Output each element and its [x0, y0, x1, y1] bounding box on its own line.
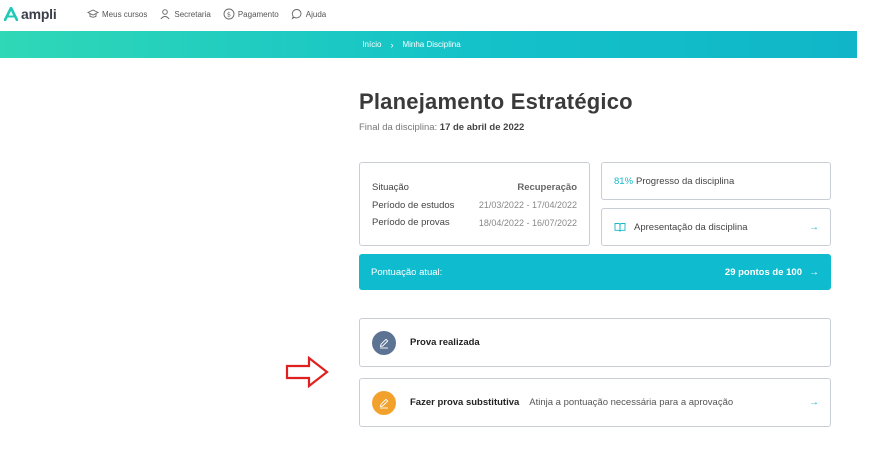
status-value: 21/03/2022 - 17/04/2022: [478, 200, 577, 211]
substitute-exam-button[interactable]: Fazer prova substitutiva Atinja a pontua…: [359, 378, 831, 427]
nav-item-secretaria[interactable]: Secretaria: [159, 8, 211, 20]
nav-item-label: Secretaria: [174, 9, 211, 19]
pencil-badge: [372, 390, 396, 415]
exam-done-title: Prova realizada: [410, 337, 480, 348]
nav-item-label: Pagamento: [237, 9, 279, 19]
nav-item-meus-cursos[interactable]: Meus cursos: [87, 8, 147, 20]
status-label: Situação: [372, 182, 409, 194]
status-label: Período de estudos: [372, 199, 455, 211]
exam-done-card: Prova realizada: [359, 318, 831, 367]
score-value: 29 pontos de 100: [724, 266, 802, 278]
final-date-label: Final da disciplina:: [359, 122, 438, 133]
final-date-value: 17 de abril de 2022: [439, 122, 525, 133]
user-icon: [160, 9, 170, 20]
svg-text:$: $: [227, 10, 231, 18]
graduation-cap-icon: [87, 9, 99, 18]
nav-item-pagamento[interactable]: $ Pagamento: [223, 8, 279, 20]
breadcrumb: Início › Minha Disciplina: [362, 40, 460, 50]
nav-item-label: Meus cursos: [102, 9, 148, 19]
arrow-right-icon: →: [809, 266, 819, 278]
dollar-circle-icon: $: [223, 8, 235, 20]
brand-name: ampli: [21, 6, 57, 22]
progress-card: 81% Progresso da disciplina: [601, 162, 831, 200]
ampli-logo[interactable]: ampli: [4, 6, 57, 22]
progress-percent: 81%: [614, 175, 634, 187]
open-book-icon: [614, 223, 626, 232]
chat-bubble-icon: [291, 9, 302, 20]
substitute-exam-title: Fazer prova substitutiva: [410, 397, 520, 408]
nav-item-ajuda[interactable]: Ajuda: [291, 8, 326, 20]
chevron-right-icon: ›: [390, 39, 394, 50]
ampli-logo-icon: [4, 7, 18, 21]
nav-item-label: Ajuda: [305, 9, 327, 19]
current-score-bar[interactable]: Pontuação atual: 29 pontos de 100 →: [359, 254, 831, 290]
top-navigation: ampli Meus cursos Secretaria $ Pagamento…: [0, 0, 886, 30]
breadcrumb-home[interactable]: Início: [362, 40, 381, 49]
presentation-label: Apresentação da disciplina: [634, 221, 748, 233]
pencil-icon: [380, 398, 389, 408]
status-label: Período de provas: [372, 217, 450, 229]
breadcrumb-bar: Início › Minha Disciplina: [0, 31, 857, 58]
red-annotation-arrow-icon: [285, 355, 329, 389]
score-label: Pontuação atual:: [371, 266, 443, 278]
substitute-exam-description: Atinja a pontuação necessária para a apr…: [529, 397, 734, 408]
pencil-badge: [372, 330, 396, 355]
status-row-periodo-estudos: Período de estudos 21/03/2022 - 17/04/20…: [372, 197, 577, 215]
course-status-card: Situação Recuperação Período de estudos …: [359, 162, 590, 246]
pencil-icon: [380, 338, 389, 348]
course-presentation-button[interactable]: Apresentação da disciplina →: [601, 208, 831, 246]
nav-links: Meus cursos Secretaria $ Pagamento Ajuda: [87, 8, 326, 20]
progress-label: Progresso da disciplina: [636, 175, 735, 187]
page-title: Planejamento Estratégico: [359, 89, 633, 114]
arrow-right-icon: →: [809, 397, 819, 408]
breadcrumb-current: Minha Disciplina: [402, 40, 461, 49]
status-row-situacao: Situação Recuperação: [372, 179, 577, 197]
status-value: 18/04/2022 - 16/07/2022: [478, 217, 577, 228]
arrow-right-icon: →: [809, 221, 819, 233]
status-value: Recuperação: [517, 182, 577, 194]
status-row-periodo-provas: Período de provas 18/04/2022 - 16/07/202…: [372, 214, 577, 232]
course-final-date: Final da disciplina: 17 de abril de 2022: [359, 122, 524, 133]
